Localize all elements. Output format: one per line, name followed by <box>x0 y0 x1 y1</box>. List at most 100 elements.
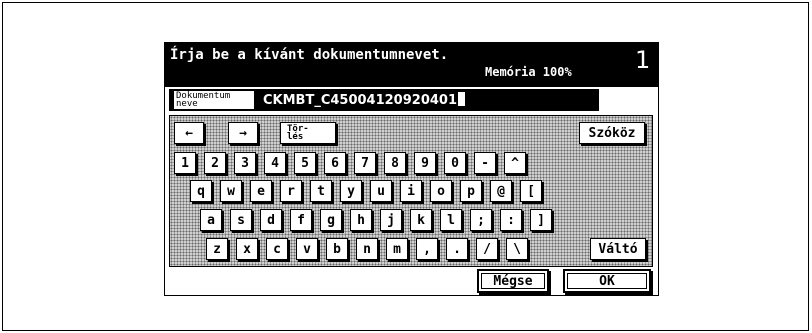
key-label: ^ <box>511 155 519 171</box>
key-row2-7[interactable]: i <box>400 180 422 202</box>
key-row1-3[interactable]: 4 <box>264 152 286 174</box>
key-label: w <box>227 183 235 199</box>
key-row2-10[interactable]: @ <box>490 180 512 202</box>
dialog-header: Írja be a kívánt dokumentumnevet. Memóri… <box>165 43 658 87</box>
key-row4-9[interactable]: / <box>476 238 498 260</box>
key-label: o <box>437 183 445 199</box>
key-label: 4 <box>271 155 279 171</box>
key-row1-0[interactable]: 1 <box>174 152 196 174</box>
shift-key[interactable]: Váltó <box>590 238 646 260</box>
shift-label: Váltó <box>598 241 638 257</box>
key-row1-2[interactable]: 3 <box>234 152 256 174</box>
key-row2-3[interactable]: r <box>280 180 302 202</box>
key-label: 6 <box>331 155 339 171</box>
key-row2-1[interactable]: w <box>220 180 242 202</box>
key-label: \ <box>513 241 521 257</box>
right-arrow-key[interactable]: → <box>228 122 258 144</box>
text-cursor <box>458 92 466 106</box>
memory-status: Memória 100% <box>485 65 572 79</box>
key-label: 0 <box>451 155 459 171</box>
key-label: i <box>407 183 415 199</box>
key-row4-8[interactable]: . <box>446 238 468 260</box>
key-label: e <box>257 183 265 199</box>
key-row1-9[interactable]: 0 <box>444 152 466 174</box>
key-label: g <box>327 212 335 228</box>
key-label: r <box>287 183 295 199</box>
key-label: m <box>393 241 401 257</box>
key-row4-4[interactable]: b <box>326 238 348 260</box>
key-label: 1 <box>181 155 189 171</box>
key-label: 5 <box>301 155 309 171</box>
key-label: / <box>483 241 491 257</box>
key-row3-5[interactable]: h <box>350 209 372 231</box>
key-row2-4[interactable]: t <box>310 180 332 202</box>
key-label: k <box>417 212 425 228</box>
key-row3-2[interactable]: d <box>260 209 282 231</box>
key-label: t <box>317 183 325 199</box>
key-row4-0[interactable]: z <box>206 238 228 260</box>
cancel-button[interactable]: Mégse <box>477 269 549 293</box>
key-row3-7[interactable]: k <box>410 209 432 231</box>
key-label: 8 <box>391 155 399 171</box>
key-row1-6[interactable]: 7 <box>354 152 376 174</box>
key-row1-7[interactable]: 8 <box>384 152 406 174</box>
key-row1-11[interactable]: ^ <box>504 152 526 174</box>
key-row1-5[interactable]: 6 <box>324 152 346 174</box>
key-row3-8[interactable]: l <box>440 209 462 231</box>
right-arrow-icon: → <box>239 125 247 141</box>
left-arrow-key[interactable]: ← <box>174 122 204 144</box>
key-label: , <box>423 241 431 257</box>
document-name-label: Dokumentum neve <box>173 90 255 110</box>
left-arrow-icon: ← <box>185 125 193 141</box>
key-row4-10[interactable]: \ <box>506 238 528 260</box>
delete-key[interactable]: Tör- lés <box>280 122 336 144</box>
ok-button[interactable]: OK <box>563 269 651 293</box>
key-label: v <box>303 241 311 257</box>
delete-label-line1: Tör- <box>287 124 309 134</box>
key-label: : <box>507 212 515 228</box>
document-label-line2: neve <box>176 99 198 109</box>
key-row3-1[interactable]: s <box>230 209 252 231</box>
key-label: ] <box>537 212 545 228</box>
key-label: [ <box>527 183 535 199</box>
key-row4-1[interactable]: x <box>236 238 258 260</box>
key-label: . <box>453 241 461 257</box>
key-label: f <box>297 212 305 228</box>
instruction-text: Írja be a kívánt dokumentumnevet. <box>170 47 449 63</box>
key-row2-6[interactable]: u <box>370 180 392 202</box>
key-row3-6[interactable]: j <box>380 209 402 231</box>
key-row3-0[interactable]: a <box>200 209 222 231</box>
key-row2-0[interactable]: q <box>190 180 212 202</box>
key-row2-2[interactable]: e <box>250 180 272 202</box>
key-label: d <box>267 212 275 228</box>
key-row4-3[interactable]: v <box>296 238 318 260</box>
key-row2-5[interactable]: y <box>340 180 362 202</box>
key-label: - <box>481 155 489 171</box>
document-name-field[interactable]: CKMBT_C45004120920401 <box>263 92 466 108</box>
key-row3-3[interactable]: f <box>290 209 312 231</box>
key-row3-11[interactable]: ] <box>530 209 552 231</box>
key-label: b <box>333 241 341 257</box>
key-row1-4[interactable]: 5 <box>294 152 316 174</box>
key-row2-8[interactable]: o <box>430 180 452 202</box>
onscreen-keyboard: ← → Tör- lés Szóköz 1 2 3 4 5 6 7 8 9 0 - ^ q w e r t y u… <box>169 115 653 267</box>
key-row4-2[interactable]: c <box>266 238 288 260</box>
key-label: l <box>447 212 455 228</box>
space-key[interactable]: Szóköz <box>579 122 645 144</box>
key-label: 7 <box>361 155 369 171</box>
key-label: j <box>387 212 395 228</box>
key-row3-9[interactable]: ; <box>470 209 492 231</box>
key-row1-8[interactable]: 9 <box>414 152 436 174</box>
key-row4-6[interactable]: m <box>386 238 408 260</box>
key-row4-5[interactable]: n <box>356 238 378 260</box>
key-label: p <box>467 183 475 199</box>
key-row1-1[interactable]: 2 <box>204 152 226 174</box>
key-row1-10[interactable]: - <box>474 152 496 174</box>
cancel-label: Mégse <box>493 273 533 289</box>
document-name-row: Dokumentum neve CKMBT_C45004120920401 <box>169 89 599 111</box>
key-row2-9[interactable]: p <box>460 180 482 202</box>
key-row4-7[interactable]: , <box>416 238 438 260</box>
key-row3-4[interactable]: g <box>320 209 342 231</box>
key-row2-11[interactable]: [ <box>520 180 542 202</box>
key-row3-10[interactable]: : <box>500 209 522 231</box>
